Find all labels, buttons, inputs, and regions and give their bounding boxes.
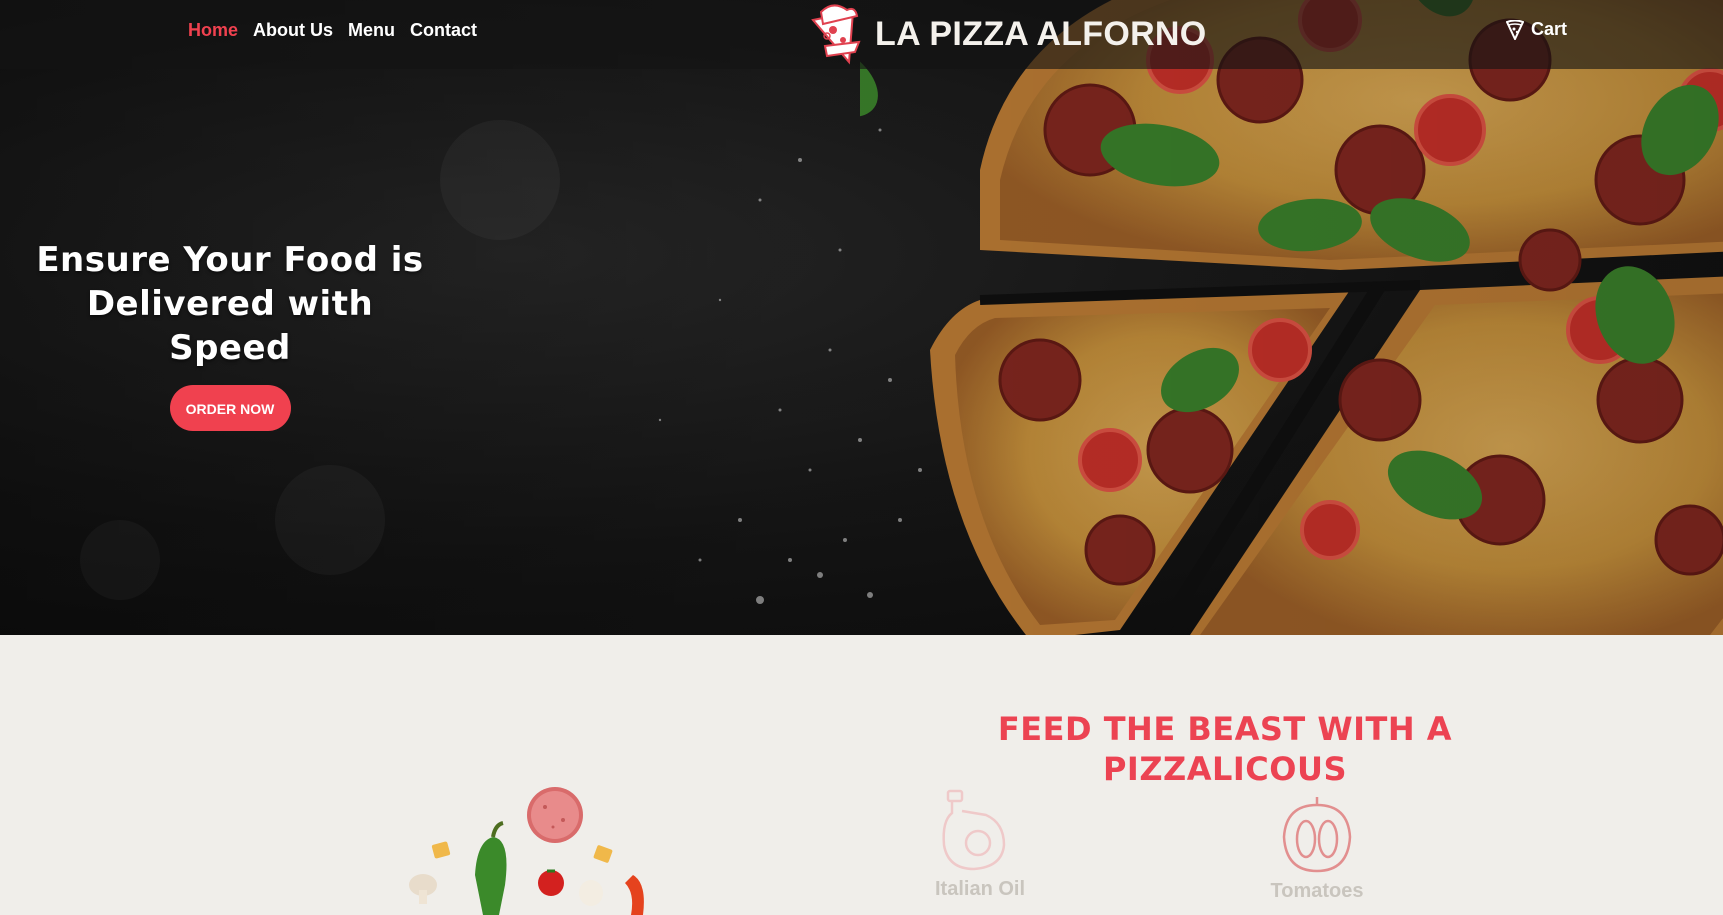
nav-link-home[interactable]: Home — [188, 20, 238, 41]
hero-title: Ensure Your Food is Delivered with Speed — [30, 238, 430, 370]
brand[interactable]: LA PIZZA ALFORNO — [803, 0, 1207, 69]
order-now-button[interactable]: ORDER NOW — [169, 385, 291, 431]
pizza-slice-icon — [1506, 19, 1524, 40]
feature-title-line-2: PIZZALICOUS — [1102, 750, 1348, 788]
feature-title: FEED THE BEAST WITH A PIZZALICOUS — [970, 709, 1480, 789]
pizza-chef-logo-icon — [811, 4, 861, 64]
hero-copy: Ensure Your Food is Delivered with Speed… — [30, 238, 430, 431]
ingredient-tomatoes: Tomatoes — [1262, 795, 1372, 903]
ingredient-label-tomatoes: Tomatoes — [1270, 880, 1364, 902]
cart-link[interactable]: Cart — [1506, 19, 1567, 40]
cart-label: Cart — [1531, 19, 1568, 39]
hero-section: Ensure Your Food is Delivered with Speed… — [0, 0, 1723, 635]
nav-link-menu[interactable]: Menu — [348, 20, 395, 41]
brand-name: LA PIZZA ALFORNO — [875, 15, 1207, 53]
ingredient-label-italian-oil: Italian Oil — [935, 878, 1026, 900]
ingredient-italian-oil: Italian Oil — [935, 787, 1026, 901]
nav-links: Home About Us Menu Contact — [188, 20, 477, 41]
oil-bottle-icon — [942, 789, 1006, 871]
tomato-icon — [1282, 797, 1352, 873]
top-navbar: Home About Us Menu Contact LA PIZZA ALFO… — [0, 0, 1723, 69]
feature-title-line-1: FEED THE BEAST WITH A — [997, 710, 1453, 748]
hero-title-line-1: Ensure Your Food is — [36, 240, 424, 280]
flying-ingredients-image — [409, 787, 644, 915]
nav-link-about-us[interactable]: About Us — [253, 20, 333, 41]
hero-title-line-2: Delivered with Speed — [86, 284, 374, 368]
nav-link-contact[interactable]: Contact — [410, 20, 477, 41]
feature-section: FEED THE BEAST WITH A PIZZALICOUS Italia… — [0, 635, 1723, 915]
